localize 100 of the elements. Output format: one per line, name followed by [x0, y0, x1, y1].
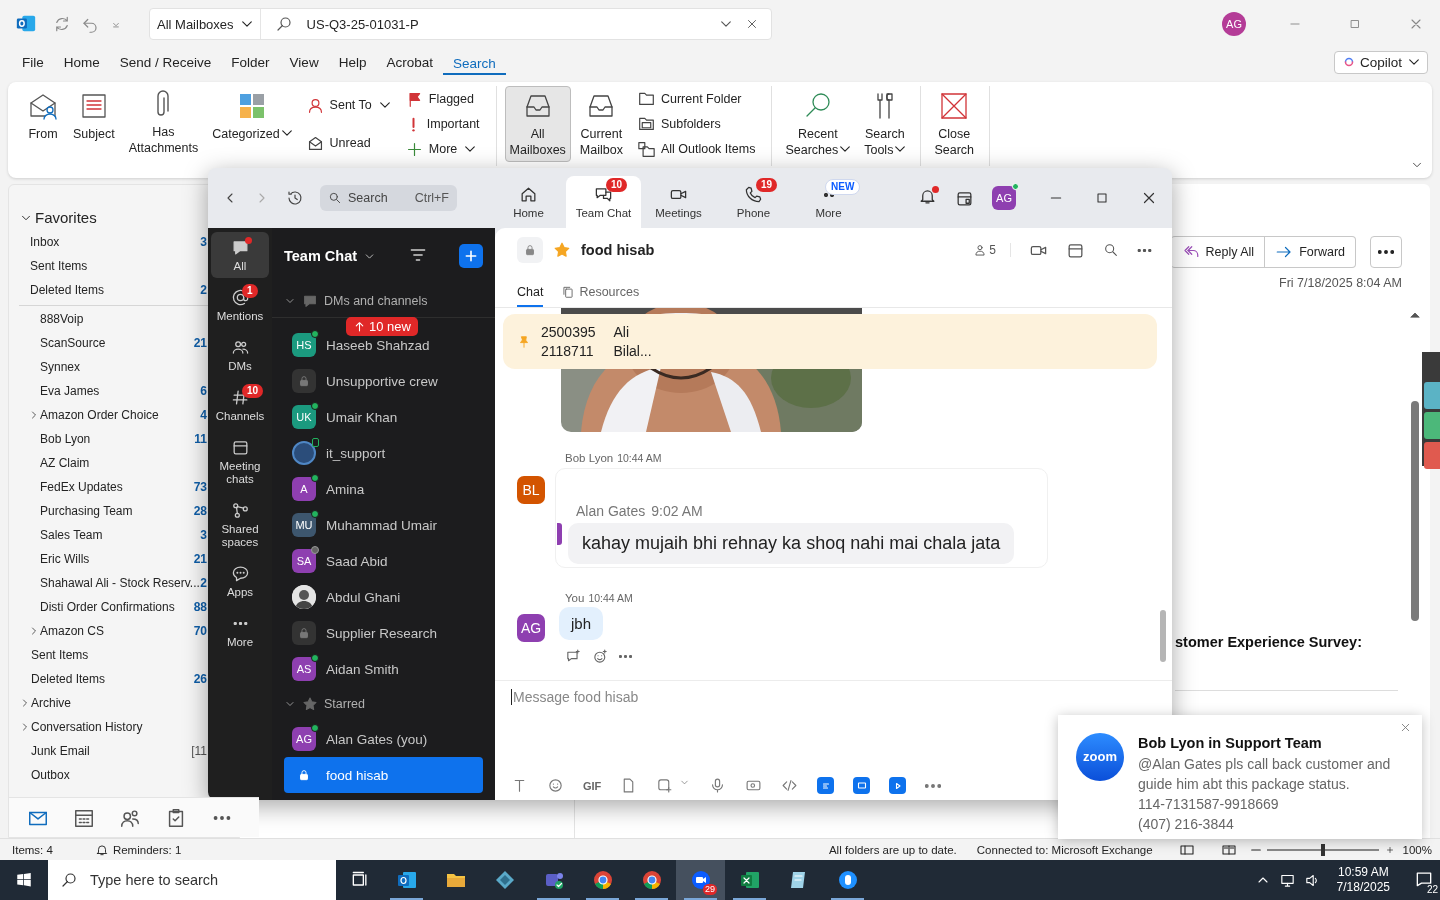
menu-tab[interactable]: Help: [328, 50, 377, 74]
menu-tab[interactable]: File: [12, 50, 54, 74]
sidebar-title[interactable]: Team Chat: [284, 248, 358, 264]
folder-item[interactable]: Bob Lyon: [40, 432, 195, 446]
ribbon-button[interactable]: Current Mailbox: [574, 86, 628, 162]
code-icon[interactable]: [781, 777, 799, 794]
menu-tab[interactable]: Home: [53, 50, 110, 74]
folder-item[interactable]: Amazon Order Choice: [40, 408, 201, 422]
ribbon-button[interactable]: Current Folder: [637, 90, 756, 108]
folder-item[interactable]: Shahawal Ali - Stock Reserv...: [40, 576, 201, 590]
taskbar-search-field[interactable]: Type here to search: [48, 860, 336, 900]
zoom-out-icon[interactable]: [1250, 848, 1261, 851]
nav-tab[interactable]: 10 Team Chat: [566, 176, 641, 228]
folder-item[interactable]: ScanSource: [40, 336, 194, 350]
reminders-count[interactable]: Reminders: 1: [112, 843, 182, 856]
ribbon-button[interactable]: Important: [405, 116, 480, 132]
folder-item[interactable]: Purchasing Team: [40, 504, 194, 518]
nav-tab[interactable]: 19 Phone: [716, 176, 791, 228]
menu-tab[interactable]: Send / Receive: [109, 50, 222, 74]
more-icon[interactable]: [1137, 248, 1152, 252]
ribbon-button[interactable]: All Mailboxes: [504, 86, 571, 162]
ribbon-button[interactable]: Search Tools: [859, 86, 911, 162]
menu-tab[interactable]: Acrobat: [376, 50, 443, 74]
ribbon-button[interactable]: From: [22, 86, 64, 146]
folder-item[interactable]: Sales Team: [40, 528, 201, 542]
star-icon[interactable]: [553, 241, 571, 259]
app-icon[interactable]: [817, 777, 835, 794]
action-button[interactable]: Forward: [1264, 237, 1355, 267]
folder-item[interactable]: Sent Items: [30, 259, 207, 273]
folder-item[interactable]: Sent Items: [31, 648, 207, 662]
folder-item[interactable]: Eric Wills: [40, 552, 194, 566]
ribbon-button[interactable]: Has Attachments: [123, 86, 204, 160]
rail-item[interactable]: More: [211, 608, 269, 654]
scrollbar-thumb[interactable]: [1411, 401, 1419, 621]
nav-tab[interactable]: NEW More: [791, 176, 866, 228]
new-messages-pill[interactable]: 10 new: [346, 317, 418, 336]
history-icon[interactable]: [286, 189, 304, 207]
ribbon-button[interactable]: More: [405, 140, 480, 158]
chat-list-item[interactable]: Supplier Research: [284, 615, 483, 651]
maximize-icon[interactable]: [1348, 17, 1362, 31]
message-input[interactable]: Message food hisab: [511, 689, 639, 705]
ribbon-button[interactable]: All Outlook Items: [637, 140, 756, 158]
chat-tab[interactable]: Chat: [517, 285, 544, 307]
more-icon[interactable]: [619, 655, 632, 658]
section-header[interactable]: Starred: [324, 697, 365, 711]
search-field[interactable]: Search Ctrl+F: [320, 185, 457, 211]
chat-tab[interactable]: Resources: [561, 285, 640, 307]
bell-icon[interactable]: [918, 187, 937, 206]
folder-item[interactable]: Disti Order Confirmations: [40, 600, 194, 614]
section-header[interactable]: DMs and channels: [324, 293, 428, 308]
scrollbar-thumb[interactable]: [1160, 610, 1166, 662]
gif-button[interactable]: GIF: [583, 779, 602, 792]
ribbon-button[interactable]: Categorized: [207, 86, 297, 146]
folder-item[interactable]: Synnex: [40, 360, 207, 374]
folder-item[interactable]: Outbox: [31, 768, 207, 782]
ribbon-button[interactable]: Close Search: [929, 86, 979, 162]
nav-tab[interactable]: Home: [491, 176, 566, 228]
folder-item[interactable]: Archive: [31, 696, 207, 710]
more-button[interactable]: [1370, 236, 1402, 268]
nav-tab[interactable]: Meetings: [641, 176, 716, 228]
ribbon-button[interactable]: Flagged: [405, 90, 480, 108]
ribbon-button[interactable]: Unread: [306, 134, 390, 152]
chat-list-item[interactable]: Unsupportive crew: [284, 363, 483, 399]
clock[interactable]: 10:59 AM 7/18/2025: [1336, 865, 1390, 895]
chat-list-item[interactable]: UK Umair Khan: [284, 399, 483, 435]
pinned-message-banner[interactable]: 2500395 Ali 2118711 Bilal...: [503, 314, 1157, 369]
rail-item[interactable]: Channels 10: [211, 382, 269, 428]
chat-list-item[interactable]: A Amina: [284, 471, 483, 507]
ribbon-button[interactable]: Recent Searches: [780, 86, 856, 162]
ribbon-button[interactable]: Sent To: [306, 96, 390, 114]
app-icon[interactable]: [889, 777, 907, 794]
menu-tab[interactable]: View: [279, 50, 329, 74]
emoji-icon[interactable]: [547, 777, 564, 794]
folder-item[interactable]: Deleted Items: [30, 283, 201, 297]
screenshot-icon[interactable]: [656, 777, 674, 794]
menu-tab[interactable]: Search: [442, 51, 506, 75]
chat-list-item[interactable]: Abdul Ghani: [284, 579, 483, 615]
folder-item[interactable]: 888Voip: [40, 312, 207, 326]
copilot-button[interactable]: Copilot: [1333, 50, 1428, 74]
chat-list-item[interactable]: food hisab: [284, 757, 483, 793]
user-avatar[interactable]: AG: [1222, 12, 1246, 36]
maximize-icon[interactable]: [1094, 190, 1110, 206]
start-icon[interactable]: [15, 871, 33, 889]
folder-item[interactable]: FedEx Updates: [40, 480, 194, 494]
zoom-in-icon[interactable]: [1384, 844, 1395, 855]
folder-item[interactable]: Amazon CS: [40, 624, 194, 638]
folder-item[interactable]: Junk Email: [31, 744, 192, 758]
ribbon-button[interactable]: Subject: [68, 86, 120, 146]
menu-tab[interactable]: Folder: [221, 50, 280, 74]
rail-item[interactable]: Mentions 1: [211, 282, 269, 328]
sync-icon[interactable]: [53, 15, 71, 33]
new-chat-button[interactable]: [459, 244, 483, 268]
folder-item[interactable]: Deleted Items: [31, 672, 194, 686]
members-button[interactable]: 5: [973, 243, 1011, 257]
chat-list-item[interactable]: MU Muhammad Umair: [284, 507, 483, 543]
more-icon[interactable]: [925, 783, 942, 788]
rail-item[interactable]: Shared spaces: [211, 495, 269, 554]
zoom-slider-thumb[interactable]: [1320, 843, 1325, 856]
chat-list-item[interactable]: AG Alan Gates (you): [284, 721, 483, 757]
search-icon[interactable]: [1103, 242, 1119, 258]
